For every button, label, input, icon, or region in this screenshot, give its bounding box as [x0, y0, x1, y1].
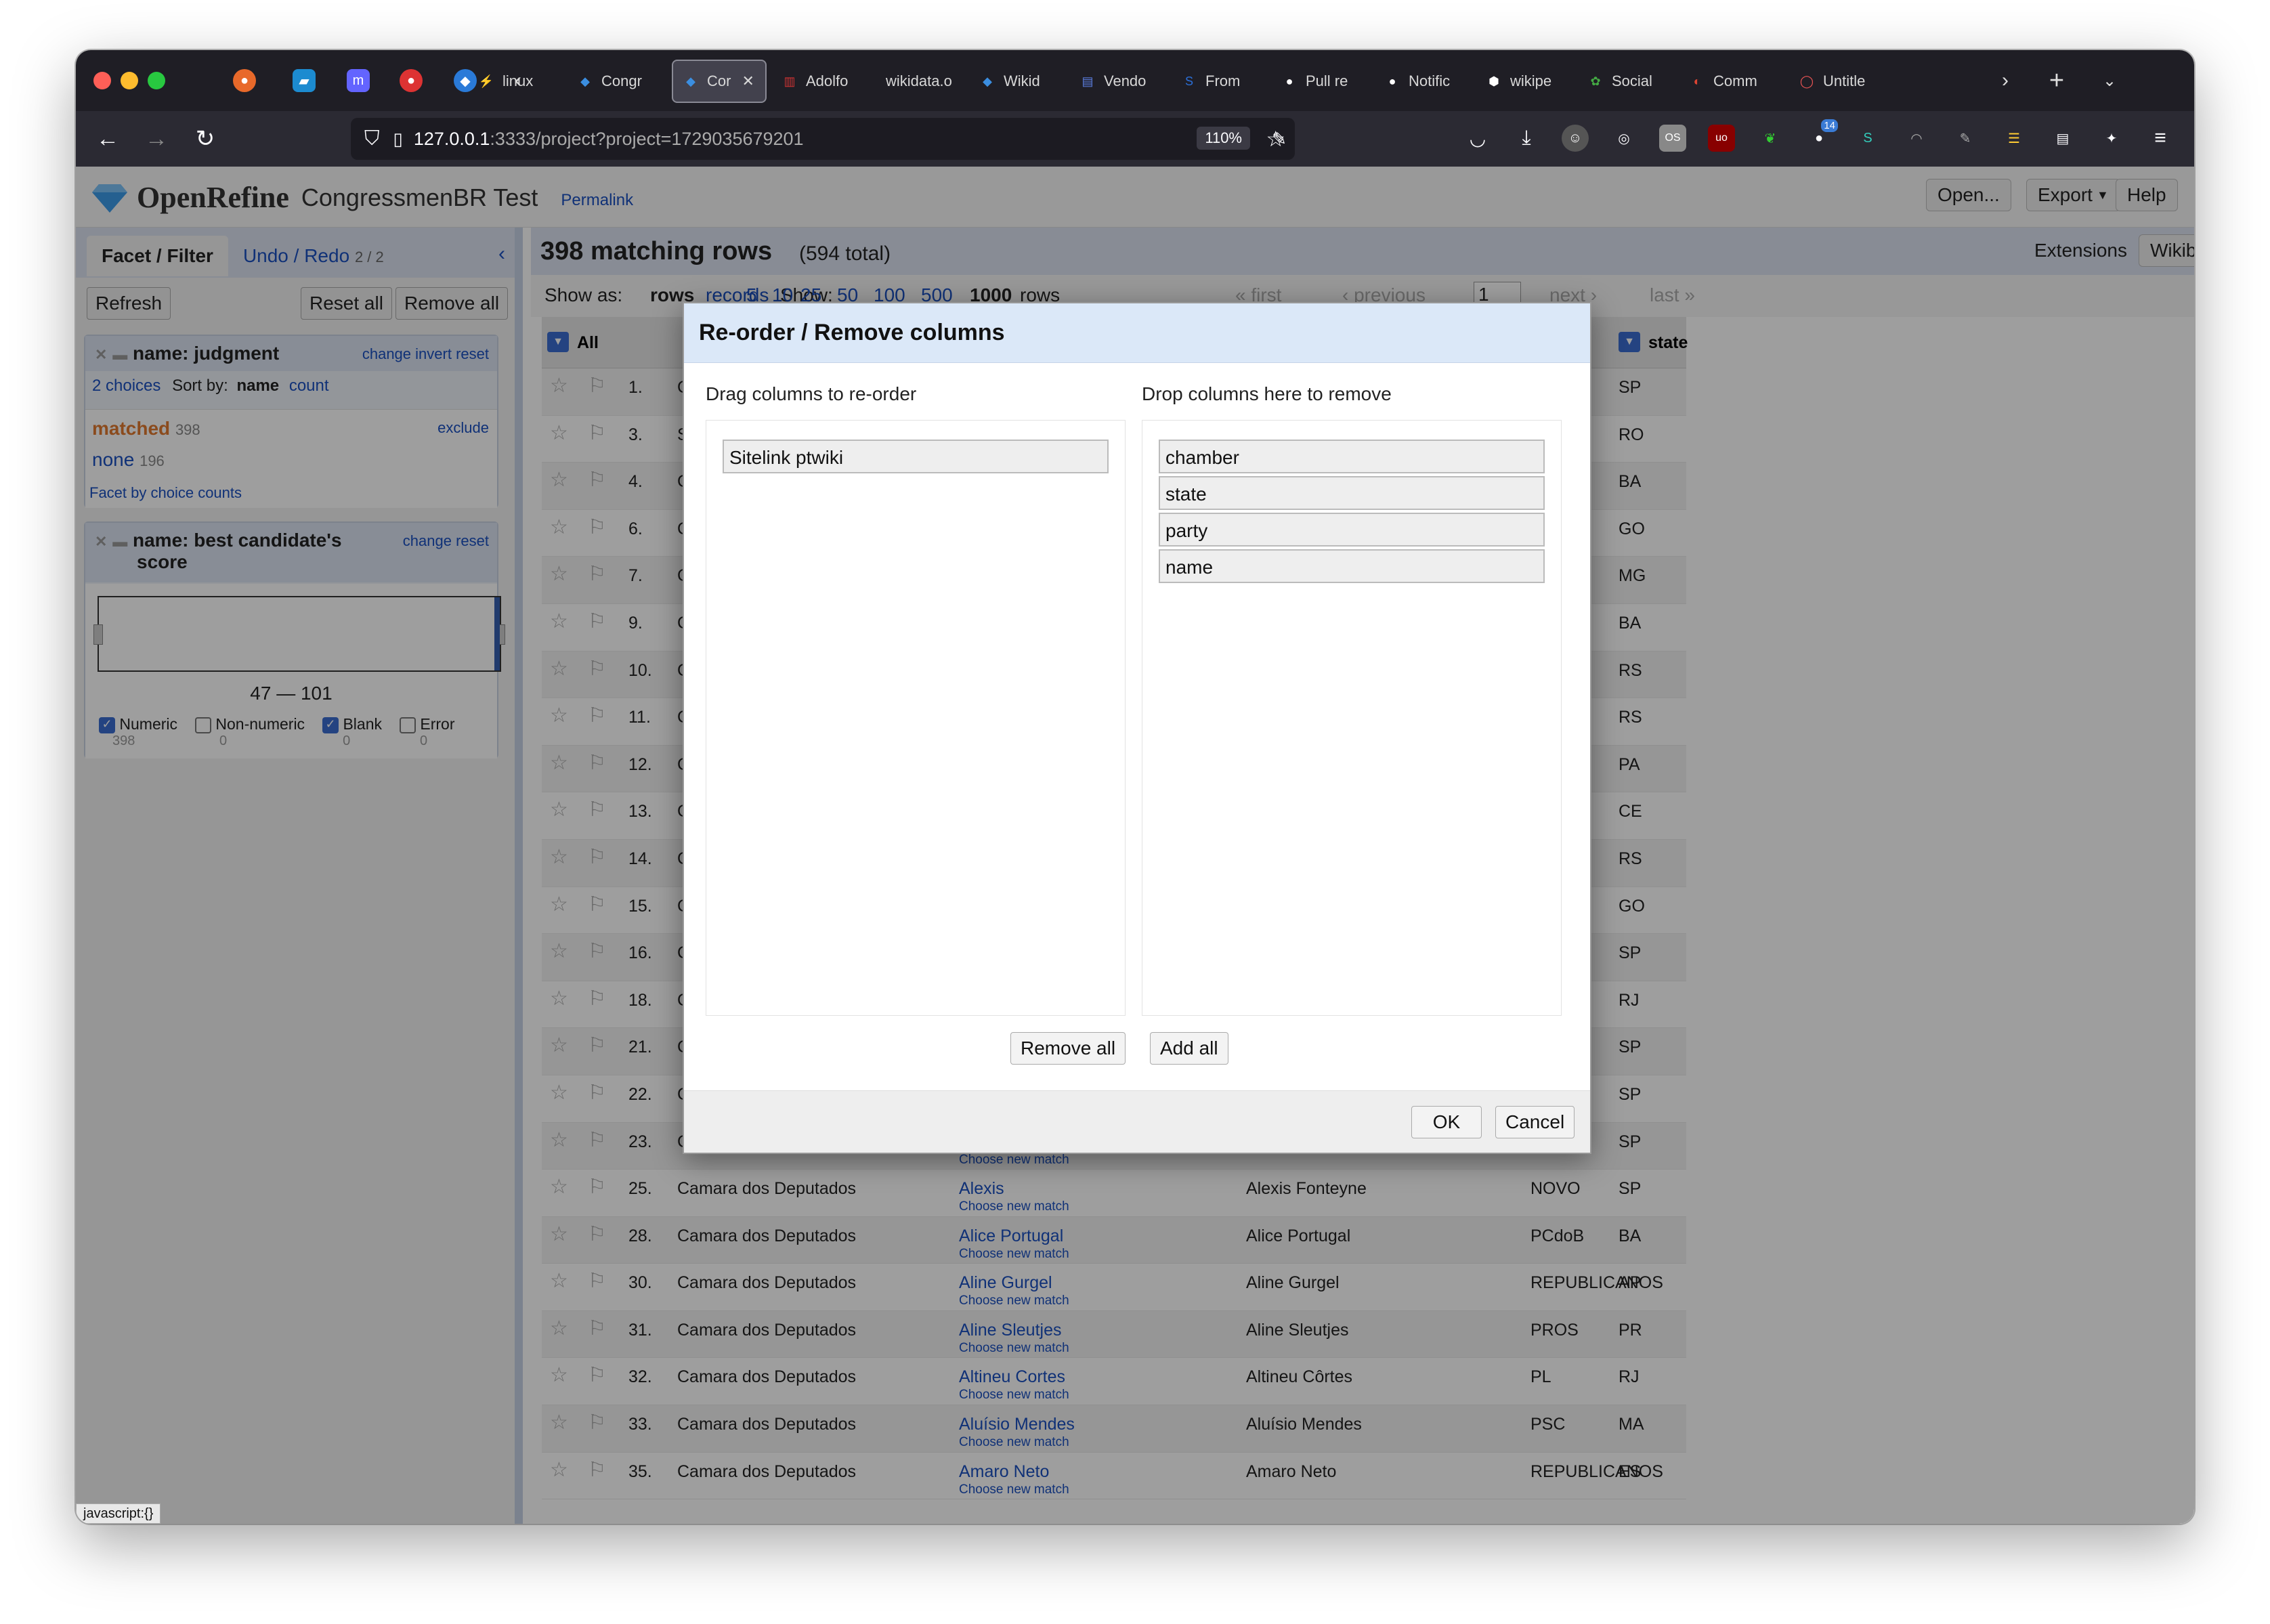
- c-icon: ◐: [1693, 74, 1701, 88]
- leaf-extension-icon[interactable]: ❦: [1757, 125, 1784, 152]
- back-icon[interactable]: ←: [92, 123, 123, 154]
- circle-icon: ◯: [1799, 74, 1814, 88]
- github-icon: ●: [1388, 74, 1396, 88]
- ublock-icon[interactable]: uo: [1708, 125, 1735, 152]
- tab-label: Social: [1612, 72, 1652, 89]
- lightning-icon: ⚡: [478, 74, 494, 88]
- firefox-pinned-icon[interactable]: ●: [233, 69, 256, 92]
- tree-icon: ✿: [1590, 74, 1601, 88]
- diamond-icon: ◆: [983, 74, 992, 88]
- status-url: javascript:{}: [76, 1503, 161, 1524]
- github-extension-icon[interactable]: ● 14: [1805, 119, 1838, 152]
- avatar-extension-icon[interactable]: ☺: [1562, 125, 1589, 152]
- dialog-footer: OK Cancel: [684, 1090, 1590, 1153]
- os-extension-icon[interactable]: OS: [1659, 125, 1686, 152]
- zoom-window-button[interactable]: [148, 72, 165, 89]
- tab-label: Notific: [1409, 72, 1451, 89]
- s-icon: S: [1184, 74, 1193, 88]
- tab-label: Vendo: [1104, 72, 1147, 89]
- browser-tab[interactable]: ◆ Wikid: [970, 60, 1065, 103]
- cube-icon: ⬢: [1489, 74, 1499, 88]
- tab-label: wikipe: [1510, 72, 1552, 89]
- browser-tab[interactable]: ⬢ wikipe: [1476, 60, 1574, 103]
- ok-button[interactable]: OK: [1411, 1106, 1482, 1138]
- browser-tab[interactable]: ◐ Comm: [1679, 60, 1785, 103]
- url-path: :3333/project?project=1729035679201: [490, 128, 804, 149]
- browser-tab[interactable]: ◆ Congr: [568, 60, 668, 103]
- bars-extension-icon[interactable]: ☰: [2000, 125, 2028, 152]
- column-chip[interactable]: name: [1159, 549, 1545, 583]
- extension-badge: 14: [1821, 119, 1838, 132]
- tab-label: Cor: [707, 72, 731, 89]
- url-bar[interactable]: ⛉ ▯ 127.0.0.1:3333/project?project=17290…: [351, 118, 1295, 160]
- tabs-scroll-right-icon[interactable]: ›: [1994, 69, 2017, 92]
- browser-tab[interactable]: ⚡ linux: [469, 60, 563, 103]
- diamond-icon: ◆: [686, 74, 695, 88]
- s-extension-icon[interactable]: S: [1854, 125, 1881, 152]
- new-tab-icon[interactable]: +: [2045, 66, 2068, 95]
- url-text[interactable]: 127.0.0.1:3333/project?project=172903567…: [414, 129, 804, 150]
- reader-icon[interactable]: ▤: [2049, 125, 2076, 152]
- tab-bar: ● ▰ m ● ◆ ‹ ⚡ linux ◆ Congr ◆ Cor ✕ ▥ Adolfo wiki…: [76, 50, 2194, 111]
- pocket-icon[interactable]: ◡: [1464, 125, 1491, 152]
- close-window-button[interactable]: [93, 72, 111, 89]
- mastodon-icon[interactable]: m: [347, 69, 370, 92]
- dialog-title: Re-order / Remove columns: [684, 303, 1590, 363]
- barcode-icon: ▥: [784, 74, 796, 88]
- page-icon: ▯: [393, 128, 403, 149]
- browser-tab[interactable]: ▤ Vendo: [1070, 60, 1168, 103]
- reorder-remove-dialog: Re-order / Remove columns Drag columns t…: [683, 302, 1591, 1154]
- doc-icon: ▤: [1082, 74, 1094, 88]
- zoom-level[interactable]: 110%: [1197, 127, 1250, 150]
- reload-icon[interactable]: ↻: [190, 123, 221, 154]
- column-chip[interactable]: chamber: [1159, 440, 1545, 473]
- pinned-tab-icon[interactable]: ●: [400, 69, 423, 92]
- tab-label: From: [1205, 72, 1241, 89]
- github-icon: ●: [1285, 74, 1293, 88]
- browser-tab[interactable]: ◆ Cor ✕: [672, 60, 767, 103]
- pinned-tab-icon[interactable]: ▰: [293, 69, 316, 92]
- column-chip[interactable]: Sitelink ptwiki: [723, 440, 1109, 473]
- tab-label: linux: [502, 72, 534, 89]
- shield-icon[interactable]: ⛉: [364, 127, 380, 150]
- browser-tab[interactable]: ● Pull re: [1272, 60, 1371, 103]
- reorder-drop-zone[interactable]: Sitelink ptwiki: [706, 420, 1126, 1016]
- headphones-icon[interactable]: ◠: [1903, 125, 1930, 152]
- tab-label: Congr: [601, 72, 642, 89]
- column-chip[interactable]: state: [1159, 476, 1545, 510]
- tab-label: Untitle: [1823, 72, 1866, 89]
- browser-tab[interactable]: wikidata.o: [871, 60, 966, 103]
- remove-label: Drop columns here to remove: [1142, 383, 1392, 404]
- menu-icon[interactable]: ≡: [2147, 125, 2174, 152]
- extensions-icon[interactable]: ✦: [2098, 125, 2125, 152]
- tab-list-chevron-icon[interactable]: ⌄: [2098, 69, 2121, 92]
- pin-icon[interactable]: ✎: [1264, 123, 1295, 154]
- tab-label: Pull re: [1306, 72, 1348, 89]
- minimize-window-button[interactable]: [121, 72, 138, 89]
- column-chip[interactable]: party: [1159, 513, 1545, 547]
- browser-tab[interactable]: ◯ Untitle: [1789, 60, 1891, 103]
- browser-window: ● ▰ m ● ◆ ‹ ⚡ linux ◆ Congr ◆ Cor ✕ ▥ Adolfo wiki…: [76, 50, 2194, 1524]
- forward-icon[interactable]: →: [141, 123, 172, 154]
- reorder-label: Drag columns to re-order: [706, 383, 917, 404]
- cancel-button[interactable]: Cancel: [1495, 1106, 1575, 1138]
- browser-tab[interactable]: ● Notific: [1375, 60, 1472, 103]
- url-host: 127.0.0.1: [413, 128, 490, 149]
- add-all-columns-button[interactable]: Add all: [1150, 1032, 1228, 1065]
- tab-label: Comm: [1713, 72, 1757, 89]
- browser-tab[interactable]: ✿ Social: [1578, 60, 1675, 103]
- tab-label: Wikid: [1004, 72, 1040, 89]
- browser-tab[interactable]: ▥ Adolfo: [772, 60, 867, 103]
- download-icon[interactable]: ⤓: [1513, 125, 1540, 152]
- browser-tab[interactable]: S From: [1172, 60, 1268, 103]
- remove-drop-zone[interactable]: chamber state party name: [1142, 420, 1562, 1016]
- remove-all-columns-button[interactable]: Remove all: [1010, 1032, 1126, 1065]
- nav-bar: ← → ↻ ⛉ ▯ 127.0.0.1:3333/project?project…: [76, 111, 2194, 167]
- glasses-extension-icon[interactable]: ◎: [1610, 125, 1637, 152]
- tab-label: wikidata.o: [886, 72, 952, 89]
- tab-label: Adolfo: [806, 72, 849, 89]
- close-tab-icon[interactable]: ✕: [742, 72, 754, 90]
- diamond-icon: ◆: [580, 74, 590, 88]
- pen-extension-icon[interactable]: ✎: [1952, 125, 1979, 152]
